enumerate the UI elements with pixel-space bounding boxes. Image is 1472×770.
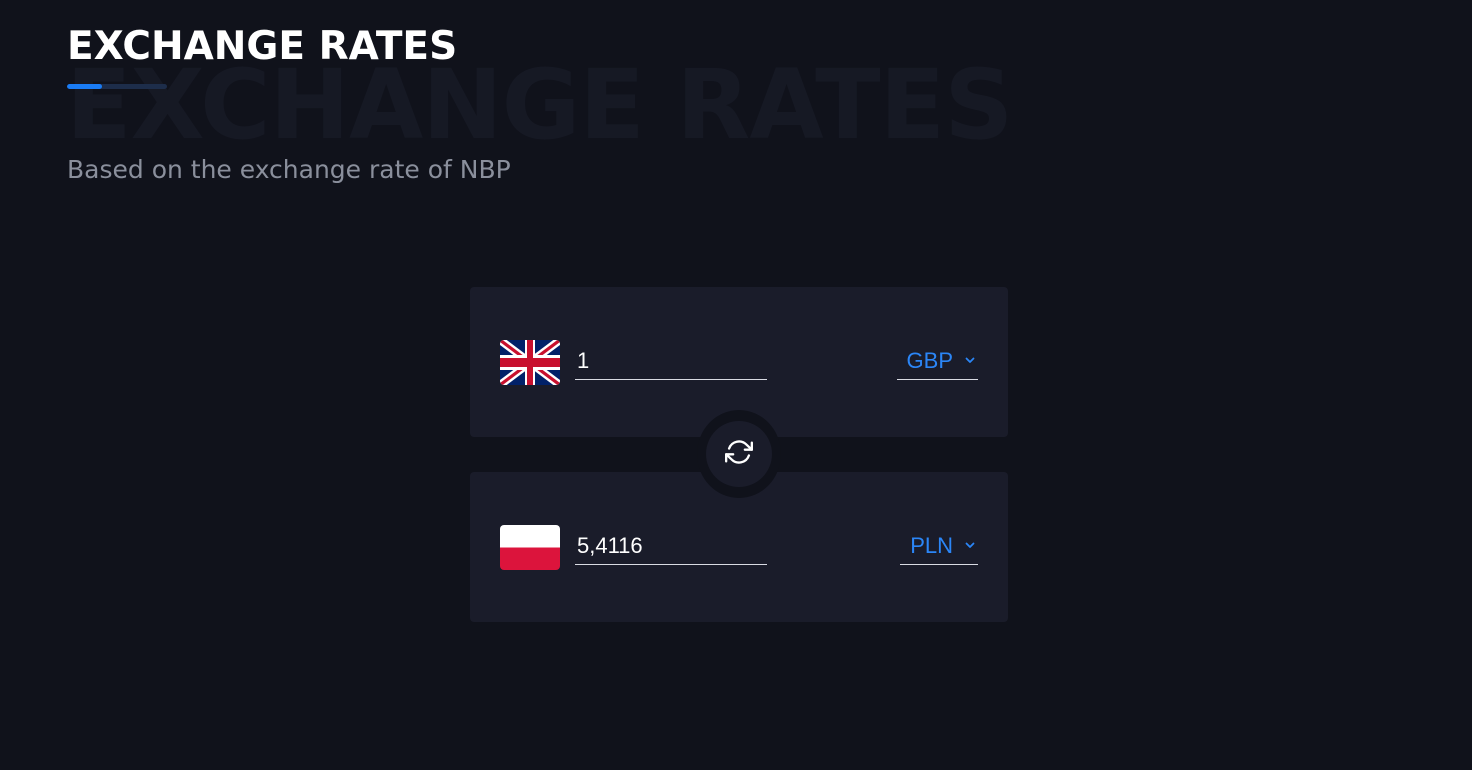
to-amount-input[interactable]: 5,4116 [575, 527, 767, 565]
from-currency-code: GBP [906, 347, 953, 373]
swap-currencies-button[interactable] [706, 421, 772, 487]
from-amount-input[interactable]: 1 [575, 342, 767, 380]
to-currency-code: PLN [910, 532, 953, 558]
chevron-down-icon [965, 357, 975, 364]
uk-flag-icon [500, 340, 560, 385]
title-underline-accent [67, 84, 102, 89]
poland-flag-icon [500, 525, 560, 570]
title-underline [67, 84, 167, 89]
page-title: EXCHANGE RATES [67, 24, 458, 69]
to-currency-select[interactable]: PLN [900, 527, 978, 565]
page-subtitle: Based on the exchange rate of NBP [67, 155, 511, 184]
exchange-rates-page: EXCHANGE RATES EXCHANGE RATES Based on t… [0, 0, 1472, 770]
chevron-down-icon [965, 542, 975, 549]
from-currency-select[interactable]: GBP [896, 342, 978, 380]
refresh-icon [725, 438, 753, 471]
